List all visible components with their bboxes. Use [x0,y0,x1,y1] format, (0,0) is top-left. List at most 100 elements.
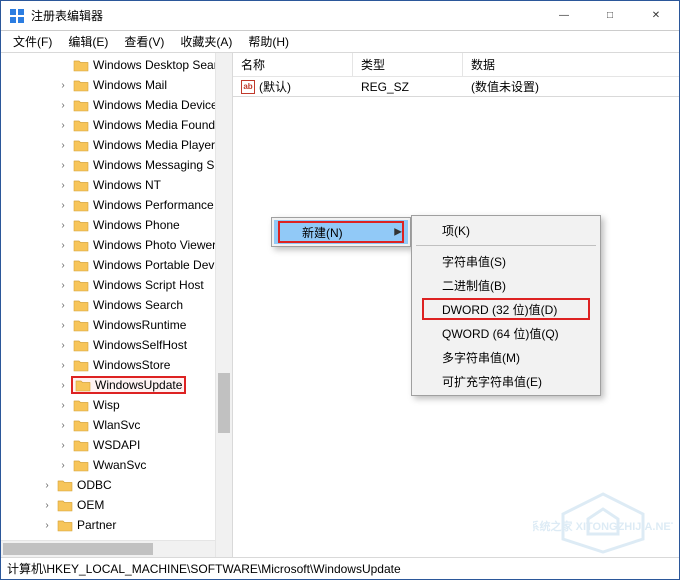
col-name[interactable]: 名称 [233,53,353,76]
folder-icon [75,378,91,392]
menu-view[interactable]: 查看(V) [116,31,172,52]
expand-arrow-icon[interactable]: › [57,159,69,171]
expand-arrow-icon[interactable]: › [57,299,69,311]
tree-item[interactable]: › WwanSvc [1,455,232,475]
menu-edit[interactable]: 编辑(E) [60,31,116,52]
expand-arrow-icon[interactable]: › [41,499,53,511]
list-row[interactable]: ab (默认) REG_SZ (数值未设置) [233,77,679,97]
app-icon [9,8,25,24]
tree-vscrollbar[interactable] [215,53,232,557]
menu-file[interactable]: 文件(F) [5,31,60,52]
tree-item[interactable]: ›WlanSvc [1,415,232,435]
submenu-item-qword64[interactable]: QWORD (64 位)值(Q) [414,321,598,345]
submenu-item-dword32[interactable]: DWORD (32 位)值(D) [414,297,598,321]
context-menu[interactable]: 新建(N) ▶ [271,217,411,247]
expand-arrow-icon[interactable]: › [57,419,69,431]
expand-arrow-icon[interactable]: › [57,459,69,471]
expand-arrow-icon[interactable]: › [41,479,53,491]
tree-item[interactable]: ›WindowsStore [1,355,232,375]
expand-arrow-icon[interactable]: › [41,519,53,531]
tree-item-label: Windows NT [93,178,161,192]
tree-item-label: Windows Search [93,298,183,312]
tree-item[interactable]: › ODBC [1,475,232,495]
close-button[interactable]: ✕ [633,1,679,30]
tree-item[interactable]: ›Windows Desktop Searc [1,55,232,75]
expand-arrow-icon[interactable]: › [57,199,69,211]
menu-item-new[interactable]: 新建(N) ▶ [274,220,408,244]
tree-item[interactable]: › WindowsSelfHost [1,335,232,355]
tree-item-label: Windows Media Founda [93,118,222,132]
expand-arrow-icon[interactable]: › [57,239,69,251]
submenu-item-multistring[interactable]: 多字符串值(M) [414,345,598,369]
folder-icon [73,138,89,152]
expand-arrow-icon[interactable]: › [57,319,69,331]
folder-icon [57,498,73,512]
tree-item-label: Windows Performance T [93,198,224,212]
folder-icon [73,278,89,292]
expand-arrow-icon[interactable]: › [57,139,69,151]
tree-item-label: WindowsSelfHost [93,338,187,352]
expand-arrow-icon[interactable]: › [57,359,69,371]
context-submenu[interactable]: 项(K) 字符串值(S) 二进制值(B) DWORD (32 位)值(D) QW… [411,215,601,396]
expand-arrow-icon[interactable]: › [57,219,69,231]
tree-item[interactable]: ›OEM [1,495,232,515]
expand-arrow-icon[interactable]: › [57,399,69,411]
folder-icon [73,178,89,192]
tree-item-label: Windows Script Host [93,278,204,292]
tree-item[interactable]: ›WindowsUpdate [1,375,232,395]
tree-item[interactable]: ›WindowsRuntime [1,315,232,335]
tree-item[interactable]: ›Windows Phone [1,215,232,235]
tree-item-label: WwanSvc [93,458,146,472]
expand-arrow-icon[interactable]: › [57,79,69,91]
submenu-item-key[interactable]: 项(K) [414,218,598,242]
expand-arrow-icon[interactable]: › [57,339,69,351]
tree-item-label: Windows Media Player I [93,138,222,152]
tree-item[interactable]: ›Windows Mail [1,75,232,95]
expand-arrow-icon[interactable]: › [57,179,69,191]
expand-arrow-icon[interactable]: › [57,259,69,271]
tree-item-label: ODBC [77,478,112,492]
submenu-item-expandstring[interactable]: 可扩充字符串值(E) [414,369,598,393]
expand-arrow-icon[interactable]: › [57,439,69,451]
folder-icon [73,58,89,72]
expand-arrow-icon[interactable]: › [57,99,69,111]
folder-icon [73,458,89,472]
tree-item[interactable]: › Windows Media Player I [1,135,232,155]
list-pane: 名称 类型 数据 ab (默认) REG_SZ (数值未设置) 新建(N) [233,53,679,557]
expand-arrow-icon[interactable]: › [57,119,69,131]
minimize-button[interactable]: — [541,1,587,30]
expand-arrow-icon[interactable]: › [57,279,69,291]
tree-item[interactable]: ›Windows Media Device [1,95,232,115]
tree-item[interactable]: ›WSDAPI [1,435,232,455]
tree[interactable]: ›Windows Desktop Searc›Windows Mail›Wind… [1,53,232,555]
folder-icon [73,438,89,452]
submenu-item-binary[interactable]: 二进制值(B) [414,273,598,297]
menu-item-label: 可扩充字符串值(E) [442,373,542,390]
tree-item[interactable]: › Partner [1,515,232,535]
tree-hscrollbar[interactable] [1,540,215,557]
tree-item-label: Windows Photo Viewer [93,238,216,252]
col-type[interactable]: 类型 [353,53,463,76]
menu-help[interactable]: 帮助(H) [240,31,297,52]
tree-item[interactable]: ›Windows Portable Devic [1,255,232,275]
tree-item[interactable]: › Windows Performance T [1,195,232,215]
tree-item[interactable]: › Windows Photo Viewer [1,235,232,255]
tree-item[interactable]: › Windows Script Host [1,275,232,295]
menu-item-label: 新建(N) [302,224,343,241]
tree-item[interactable]: › Windows Media Founda [1,115,232,135]
menu-favorites[interactable]: 收藏夹(A) [172,31,240,52]
folder-icon [73,398,89,412]
tree-item[interactable]: › Windows NT [1,175,232,195]
folder-icon [73,298,89,312]
folder-icon [57,518,73,532]
tree-item[interactable]: ›Wisp [1,395,232,415]
tree-item[interactable]: › Windows Search [1,295,232,315]
tree-item-label: Partner [77,518,116,532]
maximize-button[interactable]: □ [587,1,633,30]
tree-item[interactable]: ›Windows Messaging Su [1,155,232,175]
list-body[interactable]: ab (默认) REG_SZ (数值未设置) [233,77,679,97]
col-data[interactable]: 数据 [463,53,679,76]
main-split: ›Windows Desktop Searc›Windows Mail›Wind… [1,53,679,557]
expand-arrow-icon[interactable]: › [57,379,69,391]
submenu-item-string[interactable]: 字符串值(S) [414,249,598,273]
